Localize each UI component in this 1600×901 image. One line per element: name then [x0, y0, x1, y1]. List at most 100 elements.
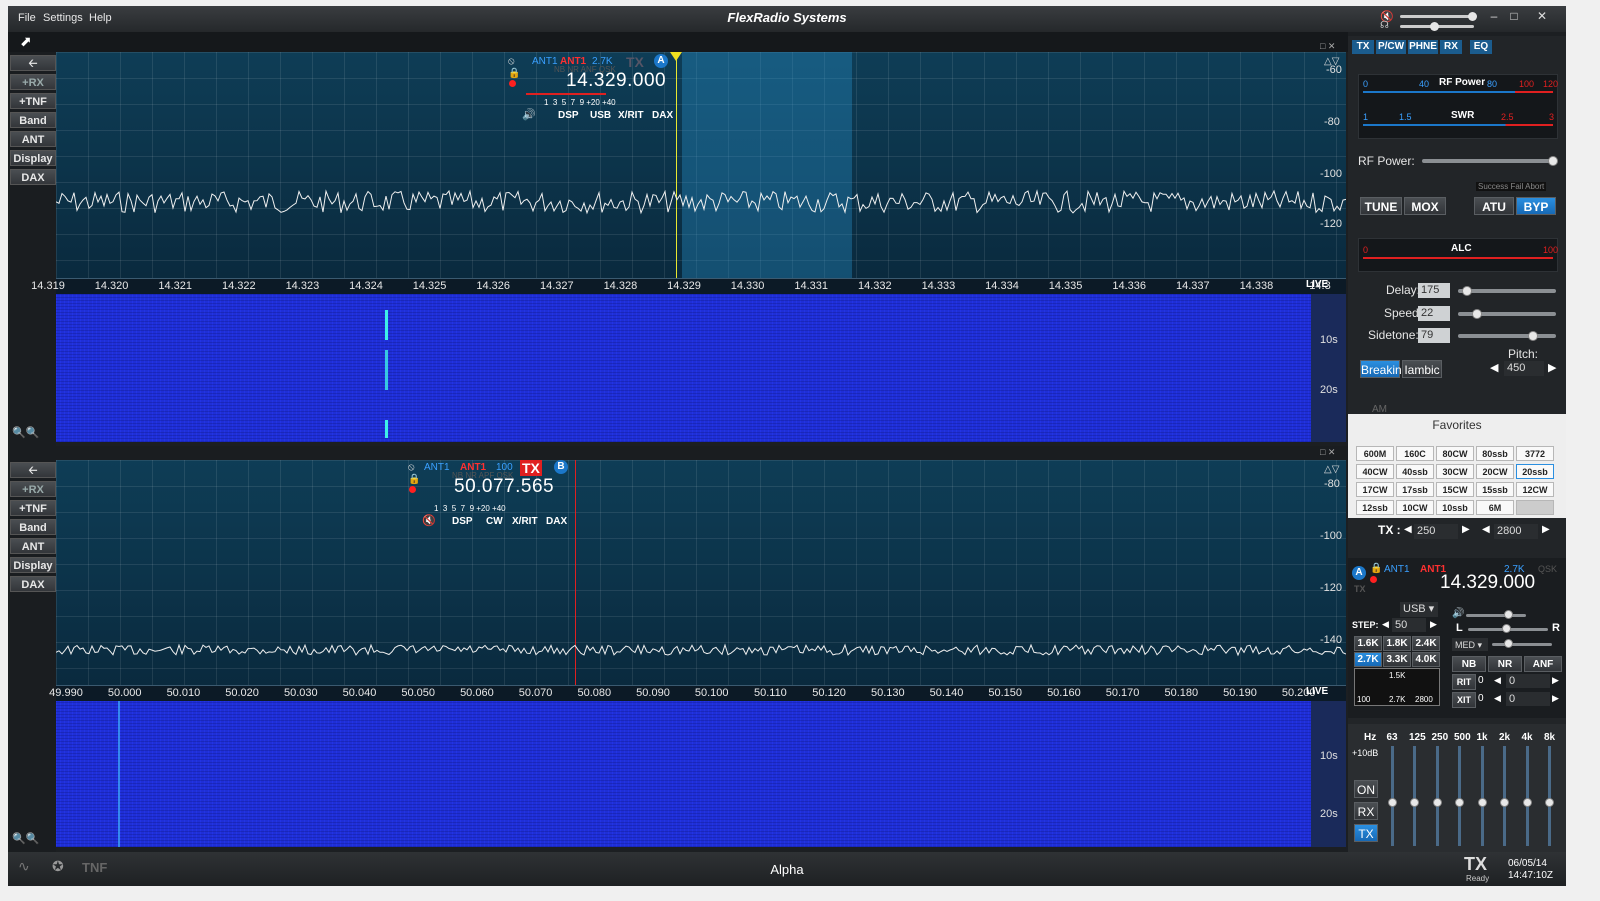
master-volume-slider[interactable] [1400, 15, 1474, 18]
step-input[interactable]: 50 [1392, 618, 1426, 632]
speed-input[interactable]: 22 [1418, 306, 1450, 321]
pan1-add-tnf-button[interactable]: +TNF [10, 93, 56, 109]
tx-high-increase-button[interactable]: ▶ [1542, 524, 1550, 535]
xit-increase-button[interactable]: ▶ [1552, 693, 1559, 704]
sidetone-slider[interactable] [1458, 334, 1556, 338]
eq-band-slider[interactable] [1435, 746, 1439, 846]
favorite-button[interactable]: 40CW [1356, 464, 1394, 479]
eq-tx-button[interactable]: TX [1354, 824, 1378, 842]
favorite-button[interactable]: 3772 [1516, 446, 1554, 461]
nb-button[interactable]: NB [1452, 656, 1486, 672]
pitch-increase-button[interactable]: ▶ [1548, 361, 1556, 374]
pan2-ant-button[interactable]: ANT [10, 538, 56, 554]
rx-lock-icon[interactable]: 🔒 [1370, 563, 1382, 574]
rit-increase-button[interactable]: ▶ [1552, 675, 1559, 686]
tab-tx[interactable]: TX [1352, 40, 1374, 54]
delay-slider[interactable] [1458, 289, 1556, 293]
mox-button[interactable]: MOX [1404, 197, 1446, 215]
eq-band-knob[interactable] [1545, 798, 1554, 807]
close-button[interactable]: ✕ [1534, 9, 1550, 23]
tx-low-decrease-button[interactable]: ◀ [1404, 524, 1412, 535]
favorite-button[interactable]: 17ssb [1396, 482, 1434, 497]
headphone-icon[interactable]: ☊ [1380, 20, 1389, 31]
pan2-zoom-triangles-icon[interactable]: △▽ [1324, 464, 1339, 475]
pan2-spectrum[interactable] [56, 460, 1346, 686]
eq-band-slider[interactable] [1525, 746, 1529, 846]
eq-band-knob[interactable] [1455, 798, 1464, 807]
atu-button[interactable]: ATU [1474, 197, 1514, 215]
pan1-waterfall[interactable] [56, 294, 1311, 442]
tx-low-increase-button[interactable]: ▶ [1462, 524, 1470, 535]
rx-tx-indicator[interactable]: TX [1354, 584, 1366, 594]
favorite-button[interactable]: 17CW [1356, 482, 1394, 497]
agc-slider[interactable] [1492, 643, 1552, 646]
filter-width-button[interactable]: 2.7K [1354, 652, 1382, 667]
favorite-button[interactable]: 10ssb [1436, 500, 1474, 515]
sidetone-knob[interactable] [1528, 331, 1538, 341]
favorite-button[interactable]: 6M [1476, 500, 1514, 515]
eq-band-slider[interactable] [1413, 746, 1416, 846]
slice-b-frequency[interactable]: 50.077.565 [454, 476, 554, 498]
eq-band-slider[interactable] [1503, 746, 1506, 846]
rit-decrease-button[interactable]: ◀ [1494, 675, 1501, 686]
slice-b-audio-mute-icon[interactable]: 🔇 [422, 514, 436, 527]
pitch-input[interactable]: 450 [1504, 361, 1544, 376]
pan-knob[interactable] [1502, 624, 1511, 633]
rx-ant[interactable]: ANT1 [1384, 564, 1410, 575]
favorite-button[interactable]: 80CW [1436, 446, 1474, 461]
pan1-ant-button[interactable]: ANT [10, 131, 56, 147]
slice-a-record-icon[interactable] [509, 80, 516, 87]
rx-frequency[interactable]: 14.329.000 [1440, 572, 1535, 594]
slice-a-mode-button[interactable]: USB [590, 110, 611, 121]
breakin-button[interactable]: Breakin [1360, 360, 1402, 378]
nr-button[interactable]: NR [1488, 656, 1522, 672]
sidetone-input[interactable]: 79 [1418, 328, 1450, 343]
slice-a-frequency[interactable]: 14.329.000 [566, 70, 666, 92]
slice-b-record-icon[interactable] [409, 486, 416, 493]
tab-eq[interactable]: EQ [1470, 40, 1492, 54]
rx-volume-icon[interactable]: 🔊 [1452, 608, 1464, 619]
byp-button[interactable]: BYP [1516, 197, 1556, 215]
xit-button[interactable]: XIT [1452, 692, 1476, 708]
pan1-zoom-icon[interactable]: 🔍🔍 [12, 426, 39, 439]
rx-record-icon[interactable] [1370, 576, 1377, 583]
favorite-button[interactable]: 12ssb [1356, 500, 1394, 515]
slice-a-xrit-button[interactable]: X/RIT [618, 110, 644, 121]
slice-a-dsp-button[interactable]: DSP [558, 110, 579, 121]
headphone-volume-knob[interactable] [1430, 22, 1439, 31]
slice-b-xrit-button[interactable]: X/RIT [512, 516, 538, 527]
rit-button[interactable]: RIT [1452, 674, 1476, 690]
eq-band-knob[interactable] [1477, 798, 1487, 807]
pan2-waterfall[interactable] [56, 701, 1311, 847]
rit-input[interactable]: 0 [1506, 674, 1550, 688]
minimize-button[interactable]: – [1486, 9, 1502, 23]
slice-b-lock-icon[interactable]: 🔒 [408, 474, 420, 485]
pan-close-icon[interactable]: □ ✕ [1320, 41, 1335, 52]
pan2-zoom-icon[interactable]: 🔍🔍 [12, 832, 39, 845]
filter-width-button[interactable]: 1.8K [1383, 636, 1411, 651]
favorite-button[interactable]: 160C [1396, 446, 1434, 461]
slice-a-lock-icon[interactable]: 🔒 [508, 68, 520, 79]
eq-rx-button[interactable]: RX [1354, 802, 1378, 820]
favorite-button[interactable] [1516, 500, 1554, 515]
pan1-collapse-button[interactable]: 🡠 [10, 55, 56, 71]
delay-input[interactable]: 175 [1418, 283, 1450, 298]
tx-low-input[interactable]: 250 [1414, 524, 1458, 539]
pan1-spectrum[interactable] [56, 52, 1346, 279]
pan1-zoom-triangles-icon[interactable]: △▽ [1324, 56, 1339, 67]
slice-b-tx-badge[interactable]: TX [520, 460, 542, 476]
favorite-button[interactable]: 10CW [1396, 500, 1434, 515]
favorite-button[interactable]: 40ssb [1396, 464, 1434, 479]
pan2-display-button[interactable]: Display [10, 557, 56, 573]
favorite-button[interactable]: 600M [1356, 446, 1394, 461]
rf-power-knob[interactable] [1548, 156, 1558, 166]
iambic-button[interactable]: Iambic [1402, 360, 1442, 378]
slice-b-dax-button[interactable]: DAX [546, 516, 567, 527]
favorite-button[interactable]: 15ssb [1476, 482, 1514, 497]
slice-b-dsp-button[interactable]: DSP [452, 516, 473, 527]
slice-b-mode-button[interactable]: CW [486, 516, 503, 527]
tune-button[interactable]: TUNE [1360, 197, 1402, 215]
eq-band-knob[interactable] [1500, 798, 1509, 807]
delay-knob[interactable] [1462, 286, 1472, 296]
eq-band-knob[interactable] [1387, 798, 1397, 807]
